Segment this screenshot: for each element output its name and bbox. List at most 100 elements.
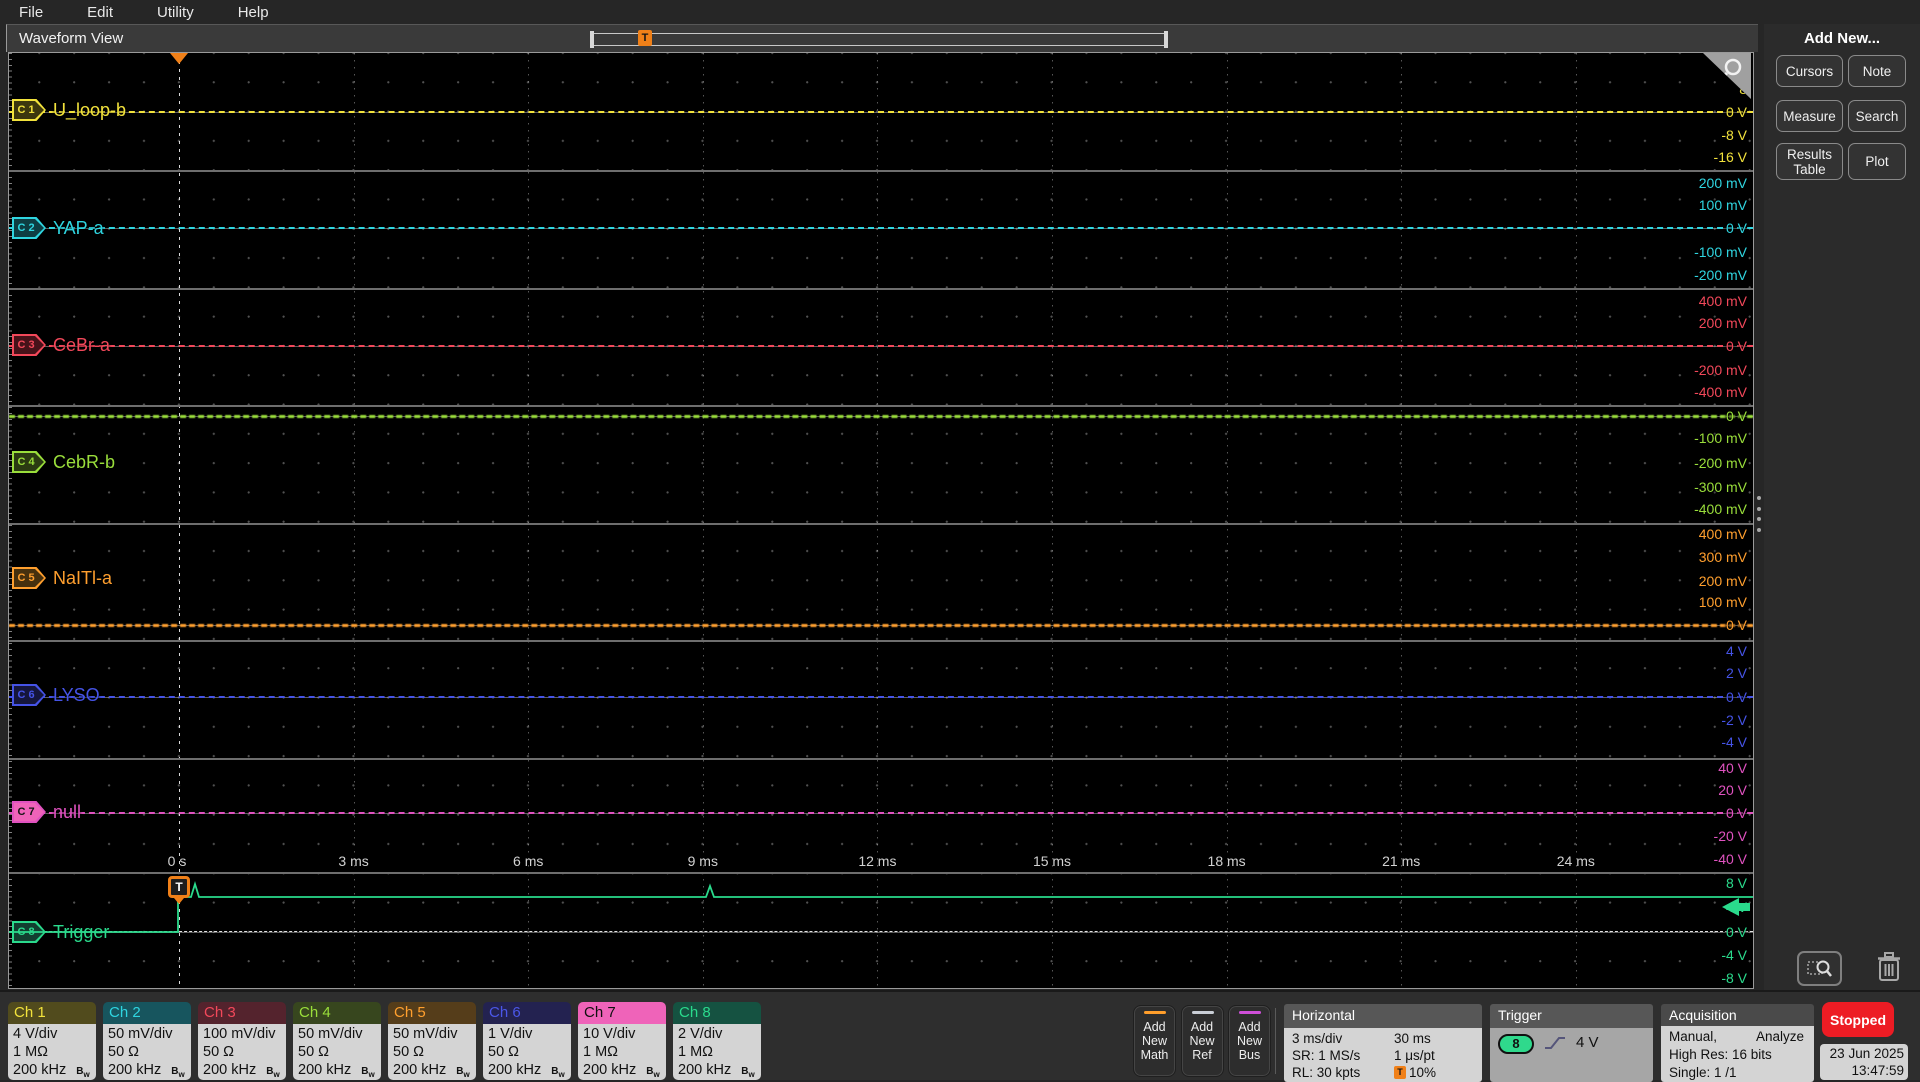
scale-label: -8 V (1721, 970, 1747, 986)
channel-settings-badge-ch3[interactable]: Ch 3 100 mV/div 50 Ω 200 kHz Bw (198, 1002, 286, 1080)
panel-resize-handle[interactable] (1757, 496, 1762, 532)
channel-badge-label: Ch 4 (293, 1002, 381, 1024)
scale-label: 400 mV (1698, 526, 1747, 542)
channel-badge-C7[interactable]: C 7 (12, 801, 46, 823)
pan-bar-right-cap[interactable] (1164, 31, 1168, 48)
menu-edit[interactable]: Edit (87, 4, 113, 21)
channel-badge-text: C 4 (14, 453, 44, 471)
datetime-display: 23 Jun 2025 13:47:59 (1820, 1044, 1908, 1080)
channel-badge-label: Ch 1 (8, 1002, 96, 1024)
trigger-flag[interactable]: T (168, 876, 190, 898)
time-axis-label: 24 ms (1556, 853, 1595, 869)
scale-label: -100 mV (1694, 430, 1747, 446)
add-new-math-button[interactable]: Add New Math (1133, 1005, 1176, 1077)
channel-badge-C5[interactable]: C 5 (12, 567, 46, 589)
trace-CebR-b (9, 415, 1753, 418)
menu-help[interactable]: Help (238, 4, 269, 21)
channel-name-label[interactable]: LYSO (53, 683, 100, 707)
menu-utility[interactable]: Utility (157, 4, 194, 21)
trigger-top-marker[interactable] (170, 53, 188, 64)
plot-button[interactable]: Plot (1848, 143, 1906, 180)
channel-badge-C8[interactable]: C 8 (12, 921, 46, 943)
channel-bandwidth: 200 kHz (488, 1062, 542, 1078)
channel-name-label[interactable]: YAP-a (53, 216, 104, 240)
channel-name-label[interactable]: Trigger (53, 920, 109, 944)
channel-settings-badge-ch6[interactable]: Ch 6 1 V/div 50 Ω 200 kHz Bw (483, 1002, 571, 1080)
channel-impedance: 1 MΩ (583, 1044, 619, 1060)
bus-accent-bar (1239, 1011, 1261, 1014)
vertical-gridline (1226, 53, 1228, 988)
time-axis-label: 9 ms (687, 853, 718, 869)
channel-impedance: 50 Ω (393, 1044, 424, 1060)
channel-settings-badge-ch2[interactable]: Ch 2 50 mV/div 50 Ω 200 kHz Bw (103, 1002, 191, 1080)
bottom-bar: Ch 14 V/div 1 MΩ 200 kHz Bw Ch 2 50 mV/div 50 … (0, 990, 1920, 1082)
channel-badge-text: C 7 (14, 803, 44, 821)
pan-zoom-overview-bar[interactable]: T (590, 30, 1168, 48)
channel-badge-body: 50 mV/div 50 Ω 200 kHz Bw (103, 1024, 191, 1080)
results-table-button[interactable]: Results Table (1776, 143, 1843, 180)
corner-magnifier-icon[interactable] (1703, 53, 1751, 99)
channel-badge-text: C 6 (14, 686, 44, 704)
add-new-bus-button[interactable]: Add New Bus (1228, 1005, 1271, 1077)
channel-name-label[interactable]: CeBr-a (53, 333, 110, 357)
zoom-mode-button[interactable] (1797, 951, 1842, 986)
bandwidth-limit-icon: Bw (76, 1066, 90, 1079)
channel-settings-badge-ch7[interactable]: Ch 7 10 V/div 1 MΩ 200 kHz Bw (578, 1002, 666, 1080)
scale-label: -20 V (1713, 828, 1747, 844)
channel-name-label[interactable]: U_loop-b (53, 98, 126, 122)
scale-label: -200 mV (1694, 455, 1747, 471)
note-button[interactable]: Note (1848, 55, 1906, 87)
trash-button[interactable] (1871, 948, 1907, 986)
channel-settings-badge-ch5[interactable]: Ch 5 50 mV/div 50 Ω 200 kHz Bw (388, 1002, 476, 1080)
add-new-title: Add New... (1803, 30, 1881, 47)
trace-Trigger (9, 880, 1753, 933)
channel-bandwidth: 200 kHz (203, 1062, 257, 1078)
pan-bar-trigger-marker[interactable]: T (638, 30, 652, 46)
trace-CeBr-a (9, 345, 1753, 347)
channel-settings-badge-ch1[interactable]: Ch 1 4 V/div 1 MΩ 200 kHz Bw (8, 1002, 96, 1080)
channel-badge-C4[interactable]: C 4 (12, 451, 46, 473)
plot-area[interactable]: 80 V-8 V-16 VC 1U_loop-b200 mV100 mV0 V-… (8, 52, 1754, 989)
slice-separator (9, 640, 1753, 642)
rising-edge-icon (1545, 1037, 1565, 1049)
pan-bar-left-cap[interactable] (590, 31, 594, 48)
channel-settings-badge-ch8[interactable]: Ch 8 2 V/div 1 MΩ 200 kHz Bw (673, 1002, 761, 1080)
channel-badge-C1[interactable]: C 1 (12, 99, 46, 121)
time-axis-label: 21 ms (1382, 853, 1421, 869)
trace-NaITl-a (9, 624, 1753, 627)
channel-badge-body: 2 V/div 1 MΩ 200 kHz Bw (673, 1024, 761, 1080)
scale-label: 0 V (1725, 617, 1747, 633)
measure-button[interactable]: Measure (1776, 100, 1843, 132)
channel-badge-text: C 3 (14, 336, 44, 354)
menu-file[interactable]: File (19, 4, 43, 21)
channel-settings-badge-ch4[interactable]: Ch 4 50 mV/div 50 Ω 200 kHz Bw (293, 1002, 381, 1080)
tab-waveform-view[interactable]: Waveform View (19, 30, 123, 47)
channel-name-label[interactable]: null (53, 800, 81, 824)
search-button[interactable]: Search (1848, 100, 1906, 132)
scale-label: -16 V (1713, 149, 1747, 165)
tab-strip: Waveform View T (6, 24, 1758, 52)
trigger-panel[interactable]: Trigger 8 4 V (1490, 1004, 1653, 1082)
time-axis-label: 3 ms (338, 853, 369, 869)
scale-label: 0 V (1725, 220, 1747, 236)
scale-label: 0 V (1725, 689, 1747, 705)
channel-bandwidth-row: 200 kHz Bw (488, 1061, 571, 1080)
channel-badge-label: Ch 5 (388, 1002, 476, 1024)
channel-impedance: 50 Ω (108, 1044, 139, 1060)
channel-name-label[interactable]: NaITl-a (53, 566, 112, 590)
channel-bandwidth-row: 200 kHz Bw (203, 1061, 286, 1080)
acquisition-panel[interactable]: Acquisition Manual, Analyze High Res: 16 … (1661, 1004, 1814, 1082)
channel-badge-C3[interactable]: C 3 (12, 334, 46, 356)
add-new-ref-button[interactable]: Add New Ref (1180, 1005, 1224, 1077)
channel-badge-C2[interactable]: C 2 (12, 217, 46, 239)
cursors-button[interactable]: Cursors (1776, 55, 1843, 87)
acquisition-status-button[interactable]: Stopped (1822, 1002, 1894, 1037)
trigger-level-arrow[interactable] (1722, 898, 1752, 916)
scale-label: -40 V (1713, 851, 1747, 867)
horizontal-panel[interactable]: Horizontal 3 ms/div 30 ms SR: 1 MS/s 1 μs/… (1284, 1004, 1482, 1082)
zoom-box-icon (1806, 960, 1832, 977)
channel-badge-C6[interactable]: C 6 (12, 684, 46, 706)
channel-name-label[interactable]: CebR-b (53, 450, 115, 474)
trigger-position-icon: T (1394, 1066, 1406, 1079)
channel-settings-row: Ch 14 V/div 1 MΩ 200 kHz Bw Ch 2 50 mV/div 50 … (8, 1002, 761, 1080)
